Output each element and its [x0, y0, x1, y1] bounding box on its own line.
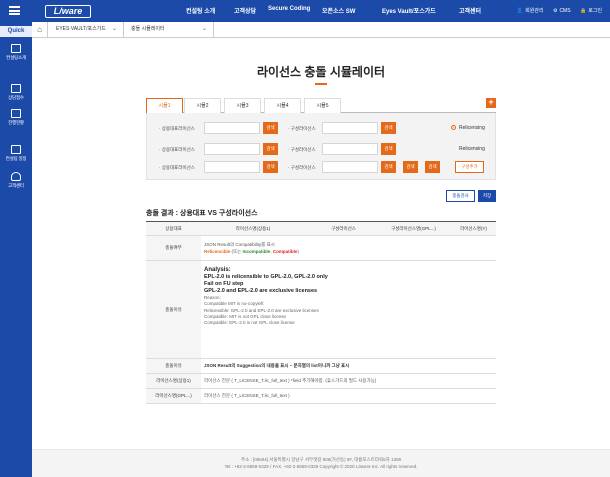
- tab-sim3[interactable]: 시뮬3: [224, 98, 261, 113]
- component-license-input[interactable]: [322, 143, 378, 155]
- table-row-license-text-1: 라이선스명(상용1) 라이선스 전문 ( T_LICENSE_T.lic_ful…: [146, 374, 496, 389]
- result-title: 충돌 결과 : 상용대표 VS 구성라이선스: [146, 210, 258, 217]
- user-icon: 👤: [516, 8, 524, 14]
- license-filter-panel: · 상용대표라이선스 검색 · 구성라이선스 검색 Relicensing · …: [146, 113, 496, 180]
- row-label: 충돌여부: [146, 236, 201, 260]
- member-admin-link[interactable]: 회원관리: [525, 8, 543, 14]
- component-license-label: · 구성라이선스: [288, 165, 316, 170]
- component-search-button[interactable]: 검색: [381, 143, 396, 155]
- component-license-label: · 구성라이선스: [288, 126, 316, 131]
- breadcrumb-select-level2[interactable]: 충돌 시뮬레이터 ⌄: [124, 22, 214, 37]
- table-row-suggestion: 충돌이유 JSON Result의 Suggestion의 내용을 표시 – 문…: [146, 359, 496, 374]
- top-navigation-bar: L/ware 컨설팅 소개 고객상담 Secure Coding 오픈소스 SW…: [0, 0, 610, 22]
- component-search-button[interactable]: 검색: [381, 122, 396, 134]
- monitor-icon: [11, 44, 21, 53]
- breadcrumb: ⌂ EYES VAULT/포스가드 ⌄ 충돌 시뮬레이터 ⌄: [32, 22, 610, 38]
- license-text-cell: 라이선스 전문 ( T_LICENSE_T.lic_full_text ) *f…: [204, 378, 377, 383]
- sidebar-item-progress[interactable]: 진행현황: [0, 109, 32, 126]
- save-button[interactable]: 저장: [478, 190, 496, 202]
- analysis-cell: Analysis: EPL-2.0 is relicensible to GPL…: [204, 267, 328, 326]
- tab-sim4[interactable]: 시뮬4: [264, 98, 301, 113]
- login-icon: 🔒: [579, 8, 587, 14]
- commercial-license-label: · 상용대표라이선스: [159, 126, 195, 131]
- component-search-button-3[interactable]: 검색: [425, 161, 440, 173]
- cms-icon: ⚙: [552, 8, 558, 14]
- table-row-conflict: 충돌여부 JSON Result의 Compatibility를 표시 Reli…: [146, 236, 496, 261]
- relicensing-radio[interactable]: Relicensing: [451, 125, 485, 131]
- calendar-icon: [11, 145, 21, 154]
- hamburger-menu-icon[interactable]: [9, 6, 20, 15]
- row-label: 라이선스명(상용1): [146, 374, 201, 388]
- table-header-row: 상용대표 라이선스명(상용1) 구성라이선스 구성라이선스명(GPL...) 라…: [146, 222, 496, 236]
- sidebar-item-consulting[interactable]: 컨설팅소개: [0, 44, 32, 61]
- commercial-license-label: · 상용대표라이선스: [159, 165, 195, 170]
- header-cell: 구성라이선스명(GPL...): [391, 226, 436, 231]
- row-label: 충돌이유: [146, 261, 201, 358]
- license-text-cell: 라이선스 전문 ( T_LICENSE_T.lic_full_text ): [204, 393, 290, 398]
- logo[interactable]: L/ware: [45, 5, 91, 18]
- inbox-icon: [11, 84, 21, 93]
- quick-sidebar: Quick 컨설팅소개 상담접수 진행현황 컨설팅 일정 고객센터: [0, 22, 32, 477]
- menu-item-consulting[interactable]: 컨설팅 소개: [186, 6, 215, 15]
- table-row-license-text-2: 라이선스명(GPL...) 라이선스 전문 ( T_LICENSE_T.lic_…: [146, 389, 496, 404]
- chevron-down-icon: ⌄: [201, 26, 207, 32]
- sidebar-item-support[interactable]: 고객센터: [0, 172, 32, 189]
- conflict-check-button[interactable]: 충돌검사: [446, 190, 475, 202]
- commercial-license-input[interactable]: [204, 143, 260, 155]
- component-license-label: · 구성라이선스: [288, 147, 316, 152]
- commercial-search-button[interactable]: 검색: [263, 161, 278, 173]
- header-cell: 라이선스명(Y): [460, 226, 487, 231]
- conflict-status-cell: JSON Result의 Compatibility를 표시 Relicenci…: [204, 242, 299, 254]
- table-row-reason: 충돌이유 Analysis: EPL-2.0 is relicensible t…: [146, 261, 496, 359]
- menu-item-counsel[interactable]: 고객상담: [234, 6, 256, 15]
- title-underline: [315, 83, 327, 85]
- commercial-license-input[interactable]: [204, 161, 260, 173]
- radio-dot-icon: [451, 125, 456, 130]
- login-link[interactable]: 로그인: [588, 8, 602, 14]
- commercial-license-input[interactable]: [204, 122, 260, 134]
- headset-icon: [11, 172, 21, 181]
- row-label: 라이선스명(GPL...): [146, 389, 201, 403]
- footer: 주소 : [06504] 서울특별시 강남구 서부샛길 606(가산동) 5F,…: [32, 449, 610, 477]
- utility-links: 👤 회원관리 ⚙ CMS 🔒 로그인: [509, 7, 602, 14]
- footer-copyright: Tel : +82-2-6959-0329 / FAX. +82-2-6959-…: [224, 464, 418, 469]
- chart-icon: [11, 109, 21, 118]
- component-search-button[interactable]: 검색: [381, 161, 396, 173]
- page-title: 라이선스 충돌 시뮬레이터: [256, 65, 386, 79]
- tab-sim2[interactable]: 시뮬2: [184, 98, 221, 113]
- add-tab-button[interactable]: +: [486, 98, 496, 108]
- header-cell: 구성라이선스: [331, 226, 356, 231]
- result-table: 상용대표 라이선스명(상용1) 구성라이선스 구성라이선스명(GPL...) 라…: [146, 221, 496, 404]
- sidebar-item-reception[interactable]: 상담접수: [0, 84, 32, 101]
- suggestion-cell: JSON Result의 Suggestion의 내용을 표시 – 문자열의 l…: [204, 363, 350, 368]
- tab-sim5[interactable]: 시뮬5: [304, 98, 341, 113]
- row-label: 충돌이유: [146, 359, 201, 373]
- component-license-input[interactable]: [322, 122, 378, 134]
- menu-item-eyes-vault[interactable]: Eyes Vault/포스가드: [382, 6, 436, 15]
- component-license-input[interactable]: [322, 161, 378, 173]
- cms-link[interactable]: CMS: [559, 8, 570, 14]
- commercial-license-label: · 상용대표라이선스: [159, 147, 195, 152]
- commercial-search-button[interactable]: 검색: [263, 122, 278, 134]
- sidebar-item-schedule[interactable]: 컨설팅 일정: [0, 145, 32, 162]
- header-cell: 라이선스명(상용1): [235, 226, 271, 231]
- home-icon[interactable]: ⌂: [32, 22, 48, 37]
- chevron-down-icon: ⌄: [111, 26, 117, 32]
- simulation-tabs: 시뮬1 시뮬2 시뮬3 시뮬4 시뮬5: [146, 98, 496, 113]
- menu-item-secure-coding[interactable]: Secure Coding: [268, 6, 310, 12]
- menu-item-opensource[interactable]: 오픈소스 SW: [322, 6, 355, 15]
- relicensing-radio[interactable]: Relicensing: [451, 146, 485, 152]
- component-search-button-2[interactable]: 검색: [403, 161, 418, 173]
- quick-label: Quick: [0, 26, 32, 37]
- add-component-button[interactable]: 구성추가: [455, 161, 484, 173]
- commercial-search-button[interactable]: 검색: [263, 143, 278, 155]
- header-cell: 상용대표: [165, 226, 182, 231]
- breadcrumb-select-level1[interactable]: EYES VAULT/포스가드 ⌄: [49, 22, 124, 37]
- menu-item-support[interactable]: 고객센터: [459, 6, 481, 15]
- footer-address: 주소 : [06504] 서울특별시 강남구 서부샛길 606(가산동) 5F,…: [240, 457, 402, 462]
- tab-sim1[interactable]: 시뮬1: [146, 98, 183, 113]
